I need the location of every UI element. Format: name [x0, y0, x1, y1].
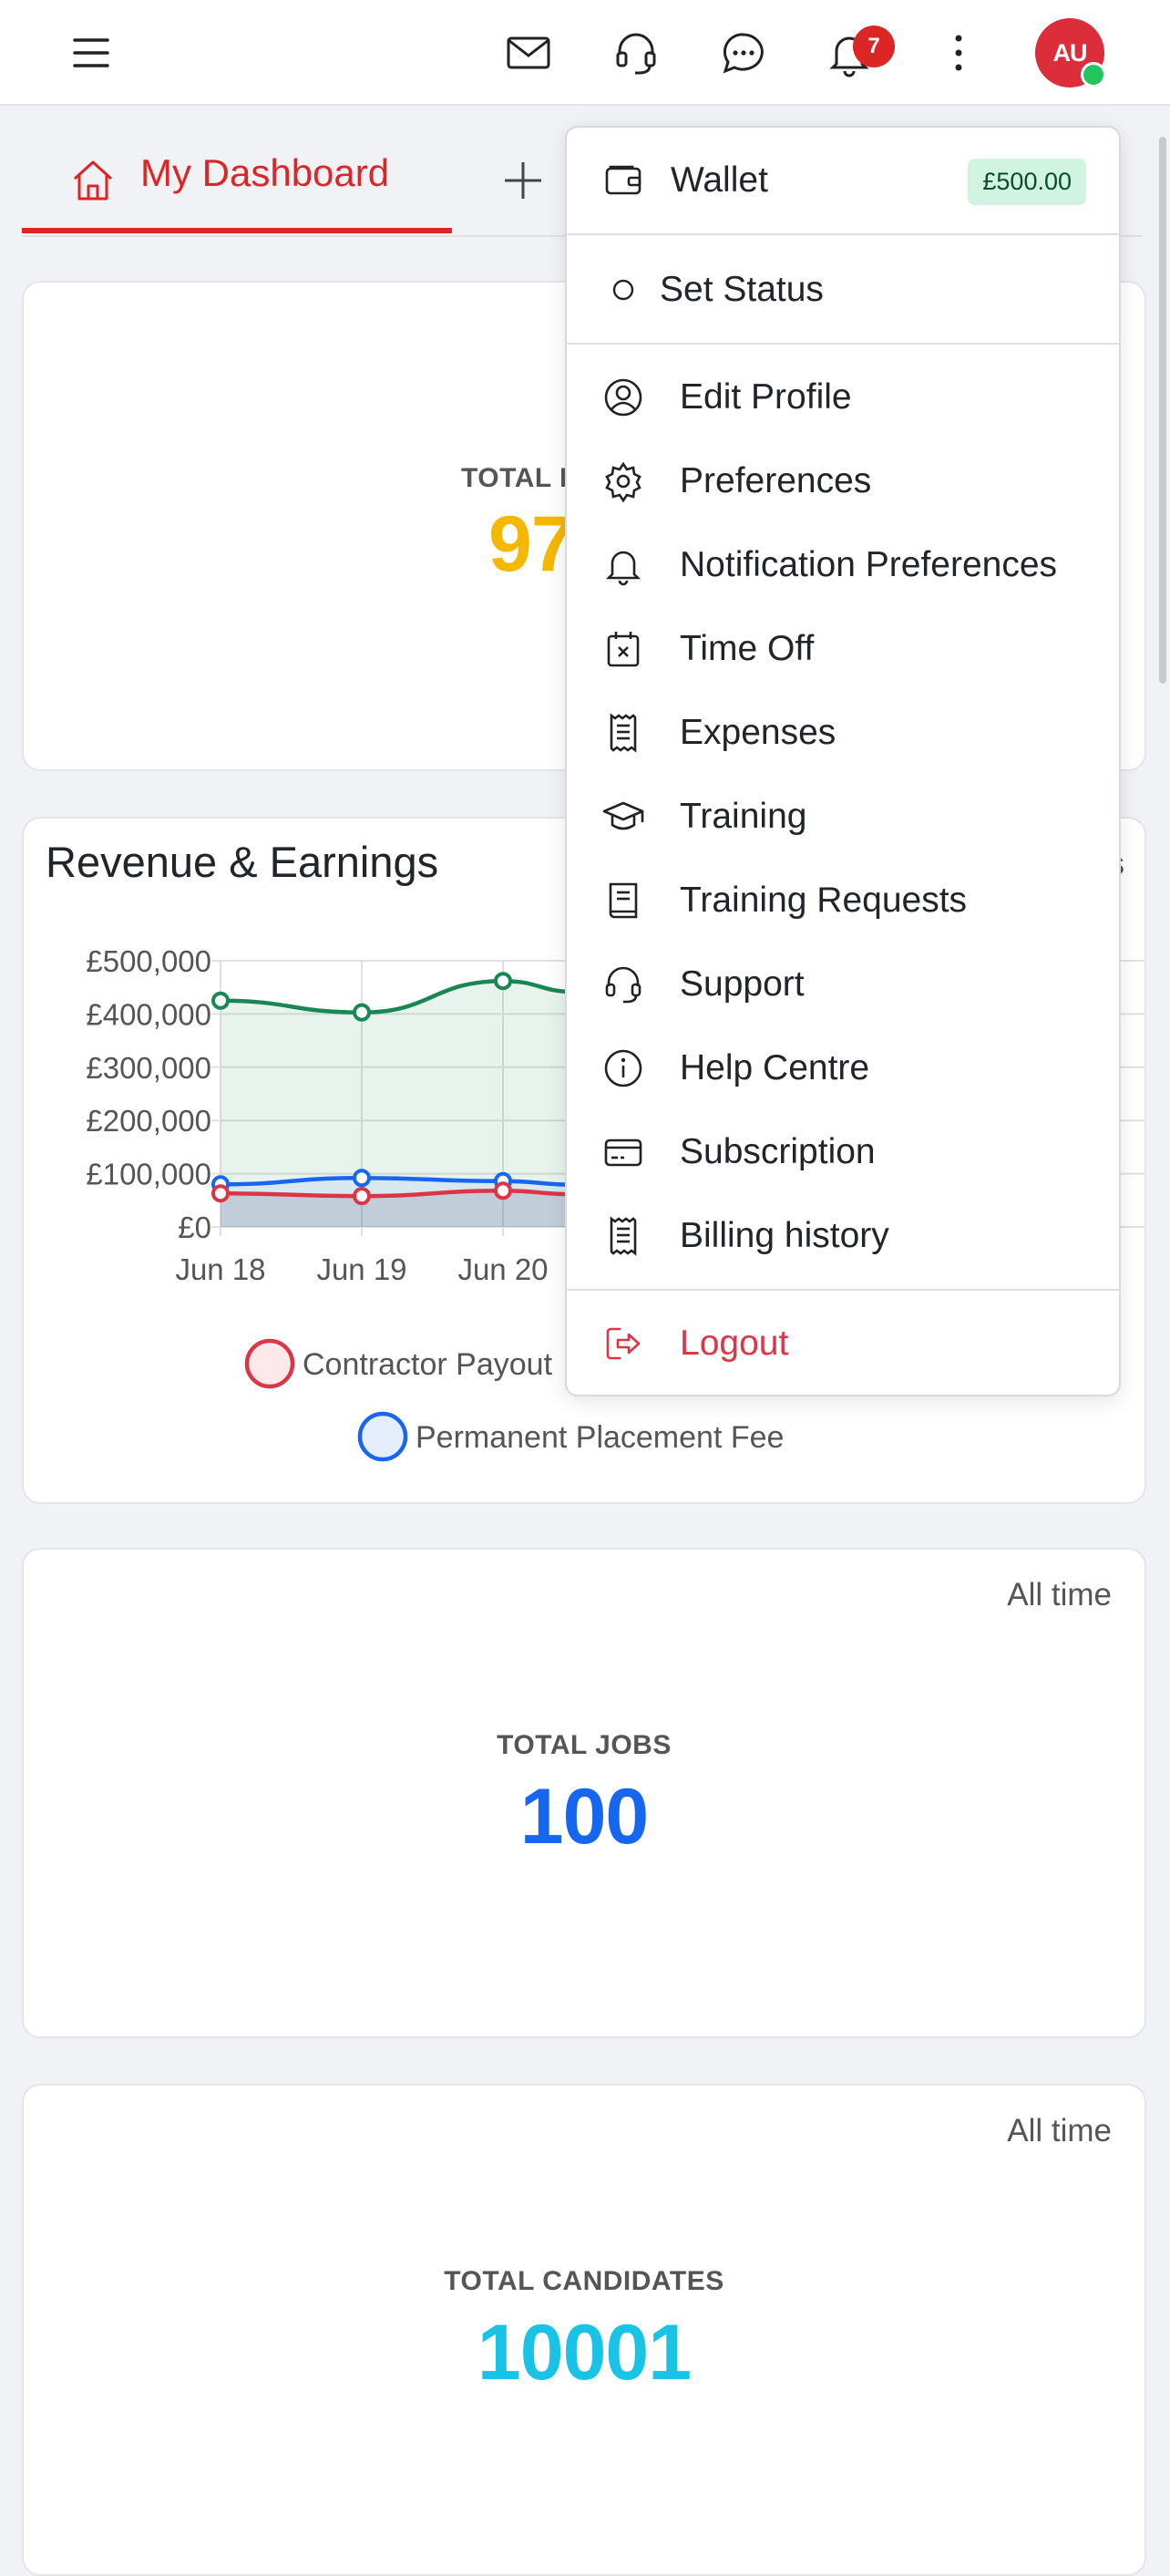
menu-item-label: Wallet [671, 160, 768, 200]
credit-card-icon [601, 1130, 645, 1174]
tab-label: My Dashboard [140, 151, 390, 194]
menu-item-label: Set Status [660, 270, 824, 309]
data-point [211, 1184, 230, 1203]
total-candidates-card: All time TOTAL CANDIDATES 10001 [22, 2084, 1146, 2576]
menu-item-set-status[interactable]: Set Status [567, 253, 1119, 326]
menu-item-label: Logout [680, 1324, 789, 1363]
status-circle-icon [601, 268, 645, 312]
legend-marker [244, 1338, 295, 1389]
book-icon [601, 879, 645, 922]
menu-item-label: Notification Preferences [680, 545, 1058, 584]
menu-item-training[interactable]: Training [567, 780, 1119, 853]
menu-item-label: Training [680, 797, 807, 836]
stat-label: TOTAL CANDIDATES [444, 2266, 724, 2296]
data-point [353, 1187, 371, 1206]
stat-label: TOTAL JOBS [497, 1730, 672, 1760]
chat-icon[interactable] [714, 24, 773, 82]
logout-icon [601, 1322, 645, 1365]
menu-item-label: Edit Profile [680, 377, 852, 417]
gear-icon [601, 459, 645, 503]
menu-item-label: Preferences [680, 461, 872, 500]
menu-item-edit-profile[interactable]: Edit Profile [567, 361, 1119, 434]
scrollbar[interactable] [1159, 137, 1166, 684]
y-tick-label: £0 [178, 1211, 211, 1244]
menu-item-subscription[interactable]: Subscription [567, 1116, 1119, 1189]
mail-icon[interactable] [499, 24, 558, 82]
menu-item-training-requests[interactable]: Training Requests [567, 864, 1119, 937]
legend-label: Permanent Placement Fee [416, 1420, 784, 1455]
y-tick-label: £100,000 [86, 1158, 211, 1191]
menu-icon[interactable] [62, 24, 120, 82]
receipt-icon [601, 1214, 645, 1258]
wallet-icon [601, 159, 645, 202]
data-point [494, 972, 512, 991]
user-circle-icon [601, 376, 645, 419]
headset-icon[interactable] [607, 24, 665, 82]
menu-item-help-centre[interactable]: Help Centre [567, 1032, 1119, 1105]
menu-item-label: Expenses [680, 713, 836, 752]
menu-item-wallet[interactable]: Wallet £500.00 [567, 144, 1119, 217]
tab-my-dashboard[interactable]: My Dashboard [22, 128, 452, 233]
more-vertical-icon[interactable] [929, 24, 988, 82]
headset-icon [601, 963, 645, 1006]
menu-item-notification-preferences[interactable]: Notification Preferences [567, 529, 1119, 602]
menu-item-label: Time Off [680, 629, 815, 668]
menu-item-preferences[interactable]: Preferences [567, 445, 1119, 518]
data-point [494, 1181, 512, 1200]
receipt-icon [601, 711, 645, 755]
y-tick-label: £400,000 [86, 997, 211, 1031]
total-jobs-card: All time TOTAL JOBS 100 [22, 1548, 1146, 2038]
menu-item-label: Support [680, 964, 805, 1004]
data-point [211, 991, 230, 1010]
menu-item-support[interactable]: Support [567, 948, 1119, 1021]
menu-item-logout[interactable]: Logout [567, 1307, 1119, 1380]
x-tick-label: Jun 19 [316, 1252, 406, 1286]
menu-item-label: Help Centre [680, 1048, 870, 1087]
menu-item-label: Subscription [680, 1132, 876, 1171]
plus-icon[interactable] [496, 153, 550, 208]
presence-indicator [1081, 62, 1106, 88]
menu-item-billing-history[interactable]: Billing history [567, 1200, 1119, 1273]
bell-icon [601, 543, 645, 587]
stat-value: 100 [519, 1773, 650, 1860]
x-tick-label: Jun 18 [175, 1252, 265, 1286]
y-tick-label: £300,000 [86, 1051, 211, 1085]
home-icon [73, 160, 113, 201]
data-point [353, 1169, 371, 1188]
calendar-x-icon [601, 627, 645, 671]
stat-label: TOTAL E [461, 463, 579, 493]
notification-count-badge: 7 [853, 26, 895, 67]
y-tick-label: £200,000 [86, 1104, 211, 1138]
menu-item-time-off[interactable]: Time Off [567, 613, 1119, 685]
user-dropdown-menu: Wallet £500.00 Set Status Edit Profile Pr… [565, 126, 1121, 1396]
legend-marker [357, 1411, 408, 1462]
graduation-cap-icon [601, 795, 645, 839]
menu-divider [567, 1289, 1119, 1291]
data-point [353, 1003, 371, 1022]
x-tick-label: Jun 20 [457, 1252, 548, 1286]
menu-item-label: Training Requests [680, 881, 968, 920]
stat-value: 10001 [477, 2309, 692, 2396]
info-icon [601, 1046, 645, 1090]
menu-divider [567, 233, 1119, 235]
wallet-balance-badge: £500.00 [968, 159, 1086, 205]
stat-value: 97 [488, 500, 575, 588]
menu-divider [567, 343, 1119, 345]
card-meta: All time [1007, 2113, 1112, 2148]
card-meta: All time [1007, 1577, 1112, 1613]
menu-item-label: Billing history [680, 1216, 889, 1255]
menu-item-expenses[interactable]: Expenses [567, 696, 1119, 769]
top-bar: 7 AU [0, 0, 1170, 106]
legend-label: Contractor Payout [303, 1347, 553, 1382]
y-tick-label: £500,000 [86, 944, 211, 978]
